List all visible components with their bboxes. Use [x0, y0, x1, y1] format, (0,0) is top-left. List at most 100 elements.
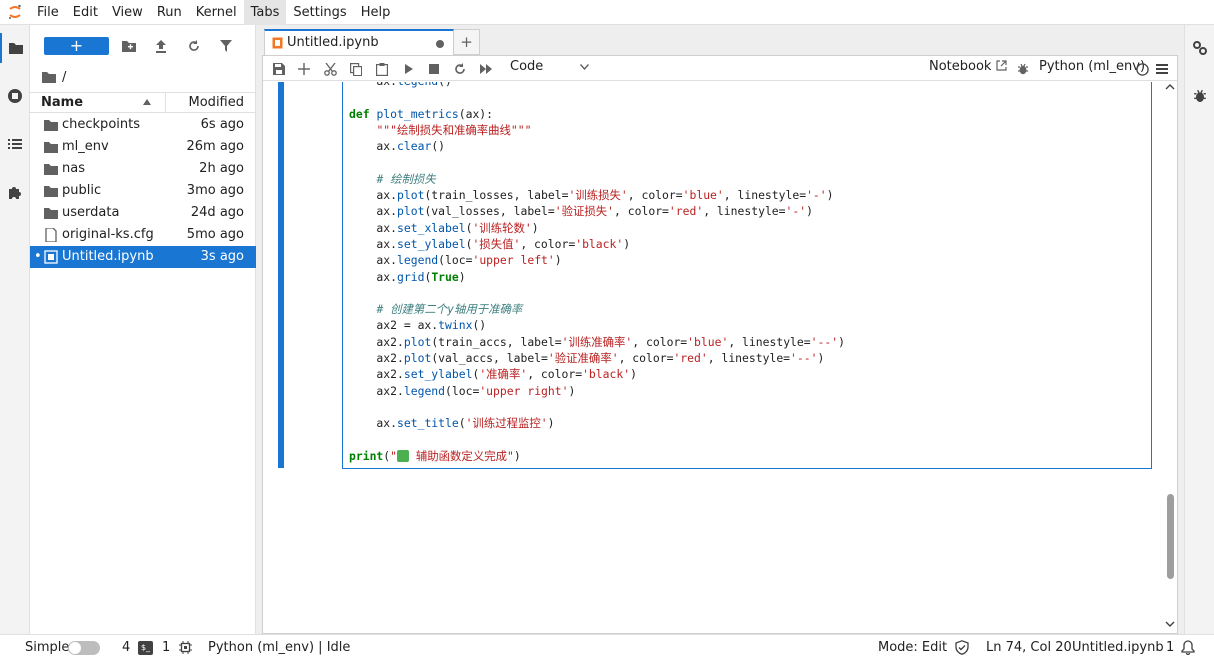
sort-ascending-icon [143, 99, 151, 105]
file-name: original-ks.cfg [62, 227, 154, 242]
menu-kernel[interactable]: Kernel [189, 0, 244, 25]
file-row-checkpoints[interactable]: checkpoints 6s ago [30, 114, 256, 136]
breadcrumb[interactable]: / [42, 67, 66, 87]
run-cell-icon[interactable] [400, 60, 418, 78]
unsaved-close-icon[interactable] [436, 40, 444, 48]
notebook-scrollbar[interactable] [1163, 82, 1177, 635]
notebook-tab-icon [272, 37, 283, 49]
filter-icon[interactable] [216, 37, 236, 55]
right-sidebar-rail [1184, 25, 1214, 634]
kernel-chip-icon[interactable] [179, 641, 192, 654]
menu-hamburger-icon[interactable] [1153, 60, 1171, 78]
folder-icon [44, 208, 58, 219]
notification-count[interactable]: 1 [1166, 640, 1174, 655]
simple-mode-toggle[interactable] [68, 641, 100, 655]
paste-icon[interactable] [373, 60, 391, 78]
notebook-link-label: Notebook [929, 59, 992, 74]
file-browser-toolbar: + [30, 33, 256, 59]
breadcrumb-path[interactable]: / [62, 70, 66, 85]
debugger-bug-icon[interactable] [1185, 81, 1214, 111]
menu-help[interactable]: Help [354, 0, 398, 25]
kernel-status[interactable]: Python (ml_env) | Idle [208, 640, 350, 655]
table-of-contents-icon[interactable] [0, 129, 30, 159]
new-folder-icon[interactable] [119, 37, 139, 55]
plus-icon: + [460, 33, 473, 51]
scroll-down-icon[interactable] [1165, 621, 1175, 627]
kernel-name-button[interactable]: Python (ml_env) [1039, 59, 1145, 74]
scroll-up-icon[interactable] [1165, 84, 1175, 90]
file-modified: 24d ago [190, 205, 244, 220]
file-row-ml-env[interactable]: ml_env 26m ago [30, 136, 256, 158]
tab-label: Untitled.ipynb [287, 35, 379, 50]
interrupt-kernel-icon[interactable] [425, 60, 443, 78]
external-link-icon [996, 60, 1007, 71]
terminal-icon[interactable]: $_ [138, 641, 153, 655]
folder-icon [44, 142, 58, 153]
file-icon [45, 228, 57, 242]
running-sessions-icon[interactable] [0, 81, 30, 111]
bell-icon[interactable] [1181, 640, 1195, 655]
file-list-header: Name Modified [30, 92, 256, 113]
file-row-nas[interactable]: nas 2h ago [30, 158, 256, 180]
code-cell-editor[interactable]: ax.legend() def plot_metrics(ax): """绘制损… [342, 82, 1152, 469]
file-browser-folder-icon[interactable] [0, 33, 30, 63]
menu-tabs[interactable]: Tabs [243, 0, 287, 25]
menu-view[interactable]: View [105, 0, 150, 25]
folder-icon [44, 186, 58, 197]
file-modified: 3mo ago [186, 183, 244, 198]
file-modified: 3s ago [200, 249, 244, 264]
column-header-modified[interactable]: Modified [189, 95, 244, 110]
breadcrumb-folder-icon [42, 72, 56, 83]
extension-puzzle-icon[interactable] [0, 177, 30, 207]
notebook-icon [44, 250, 58, 264]
running-indicator: • [34, 249, 42, 264]
column-divider[interactable] [165, 93, 166, 112]
insert-cell-plus-icon[interactable] [295, 60, 313, 78]
tab-untitled-ipynb[interactable]: Untitled.ipynb [264, 29, 454, 56]
active-cell-collapser[interactable] [278, 82, 284, 468]
menu-edit[interactable]: Edit [66, 0, 105, 25]
new-launcher-button[interactable]: + [44, 37, 109, 55]
main-dock-area: Untitled.ipynb + Code Notebook Python (m… [256, 25, 1184, 634]
restart-kernel-icon[interactable] [451, 60, 469, 78]
debugger-bug-icon[interactable] [1014, 60, 1032, 78]
left-sidebar-rail [0, 25, 30, 634]
folder-icon [44, 164, 58, 175]
file-modified: 26m ago [186, 139, 244, 154]
kernel-count[interactable]: 1 [162, 640, 170, 655]
file-modified: 6s ago [200, 117, 244, 132]
menu-file[interactable]: File [30, 0, 66, 25]
cell-type-dropdown[interactable]: Code [510, 59, 543, 74]
column-header-name[interactable]: Name [41, 95, 83, 110]
chevron-down-icon[interactable] [580, 64, 589, 70]
current-filename: Untitled.ipynb [1072, 640, 1164, 655]
notebook-panel: Code Notebook Python (ml_env) ax.legend(… [262, 55, 1178, 634]
restart-run-all-icon[interactable] [477, 60, 495, 78]
cut-icon[interactable] [321, 60, 339, 78]
save-icon[interactable] [270, 60, 288, 78]
file-row-userdata[interactable]: userdata 24d ago [30, 202, 256, 224]
jupyter-logo-icon[interactable] [0, 0, 30, 25]
file-row-original-ks-cfg[interactable]: original-ks.cfg 5mo ago [30, 224, 256, 246]
add-tab-button[interactable]: + [454, 29, 480, 55]
upload-icon[interactable] [151, 37, 171, 55]
file-row-untitled-ipynb[interactable]: • Untitled.ipynb 3s ago [30, 246, 256, 268]
code-content[interactable]: ax.legend() def plot_metrics(ax): """绘制损… [349, 82, 845, 464]
terminal-count[interactable]: 4 [122, 640, 130, 655]
menu-settings[interactable]: Settings [286, 0, 353, 25]
open-in-notebook-link[interactable]: Notebook [929, 59, 1007, 74]
menu-bar: File Edit View Run Kernel Tabs Settings … [0, 0, 1214, 25]
cursor-position[interactable]: Ln 74, Col 20 [986, 640, 1072, 655]
refresh-icon[interactable] [184, 37, 204, 55]
scroll-thumb[interactable] [1167, 494, 1174, 579]
file-name: public [62, 183, 102, 198]
copy-icon[interactable] [347, 60, 365, 78]
file-row-public[interactable]: public 3mo ago [30, 180, 256, 202]
shield-check-icon[interactable] [955, 640, 969, 655]
menu-run[interactable]: Run [150, 0, 189, 25]
property-inspector-gears-icon[interactable] [1185, 33, 1214, 63]
document-tab-bar: Untitled.ipynb + [256, 25, 1184, 56]
file-name: Untitled.ipynb [62, 249, 154, 264]
notebook-cells-area: ax.legend() def plot_metrics(ax): """绘制损… [263, 82, 1177, 635]
simple-mode-label: Simple [25, 640, 70, 655]
